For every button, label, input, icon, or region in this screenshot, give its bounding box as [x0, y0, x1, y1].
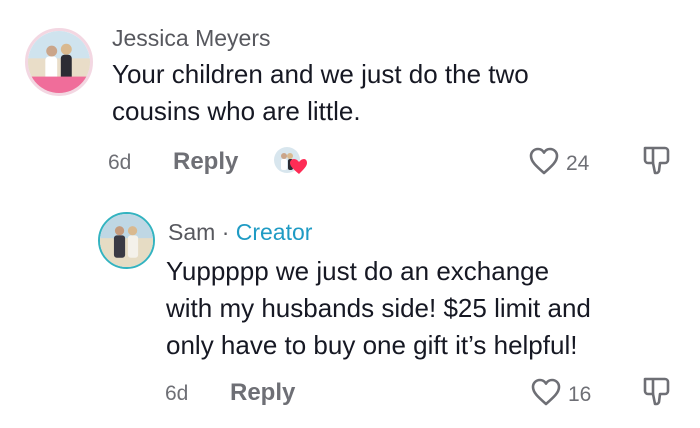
comment-timestamp: 6d	[108, 151, 132, 174]
creator-liked-icon	[273, 146, 307, 178]
avatar[interactable]	[98, 212, 155, 269]
like-button[interactable]: 24	[528, 146, 589, 181]
like-count: 24	[566, 151, 590, 175]
separator-dot: ·	[221, 219, 230, 245]
comment-text-line: Yuppppp we just do an exchange	[166, 256, 550, 286]
comment-text-line: cousins who are little.	[112, 96, 361, 126]
comment-author[interactable]: Sam · Creator	[168, 219, 312, 246]
heart-outline-icon	[530, 377, 562, 412]
comment-text-line: Your children and we just do the two	[112, 59, 529, 89]
reply-button[interactable]: Reply	[173, 148, 238, 176]
comment-text-line: only have to buy one gift it’s helpful!	[166, 330, 578, 360]
thumbs-down-icon	[640, 146, 672, 180]
comment-text: Your children and we just do the two cou…	[112, 56, 529, 130]
thumbs-down-icon	[640, 377, 672, 411]
comment-text: Yuppppp we just do an exchange with my h…	[166, 253, 591, 364]
dislike-button[interactable]	[640, 144, 672, 181]
like-button[interactable]: 16	[530, 377, 591, 412]
comment-author[interactable]: Jessica Meyers	[112, 25, 270, 52]
creator-badge: Creator	[235, 219, 313, 245]
like-count: 16	[568, 382, 592, 406]
dislike-button[interactable]	[640, 375, 672, 412]
heart-outline-icon	[528, 146, 560, 181]
comment-timestamp: 6d	[165, 382, 189, 405]
avatar[interactable]	[25, 28, 93, 96]
author-name[interactable]: Sam	[168, 219, 215, 245]
reply-button[interactable]: Reply	[230, 379, 295, 407]
comment-text-line: with my husbands side! $25 limit and	[166, 293, 591, 323]
